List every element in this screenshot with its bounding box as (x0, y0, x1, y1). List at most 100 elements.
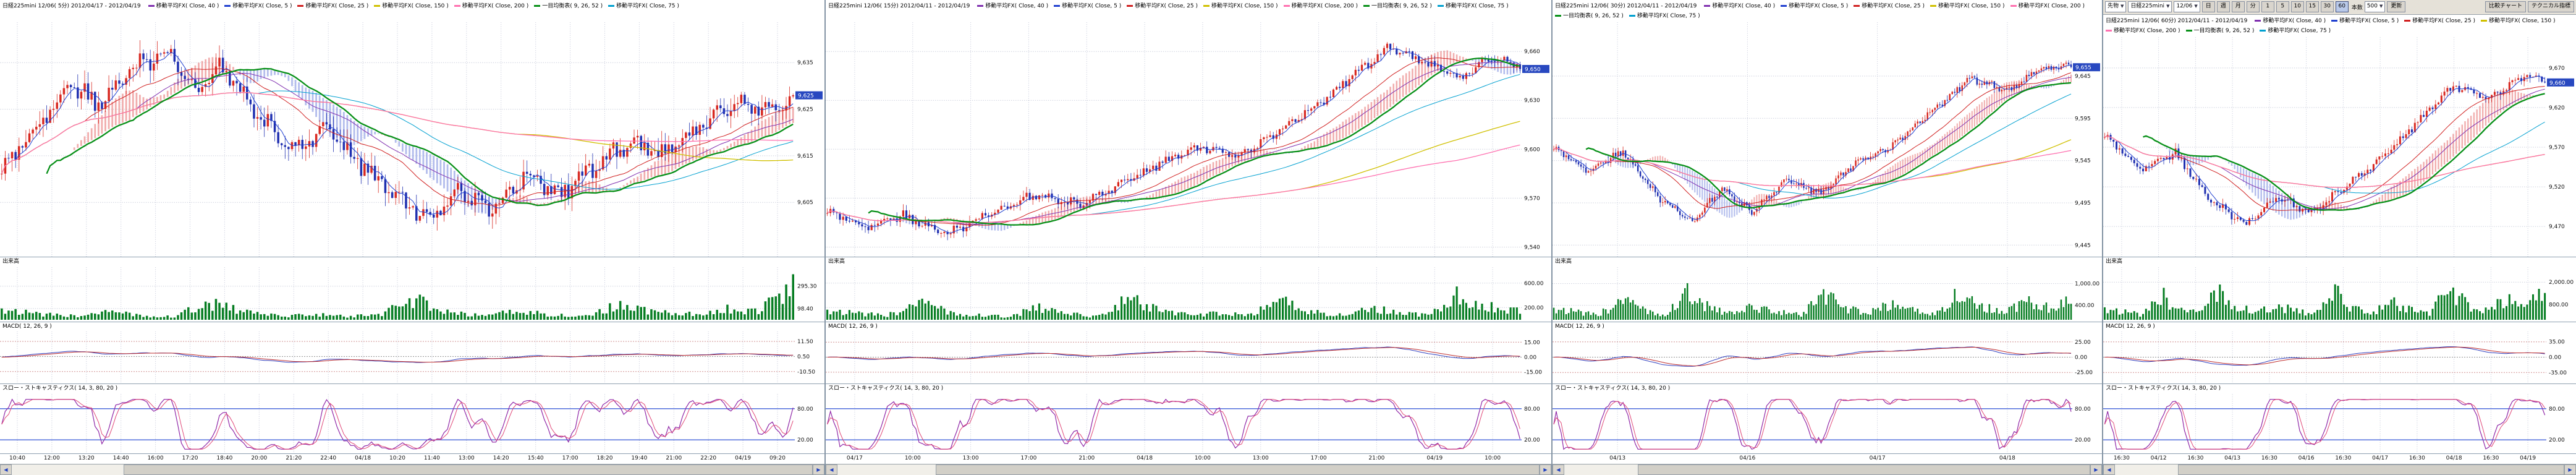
legend-item: 移動平均FX( Close, 200 ) (454, 3, 529, 9)
legend-item: 移動平均FX( Close, 25 ) (1854, 3, 1925, 9)
time-axis: 04/1304/1604/1704/18 (1553, 453, 2102, 464)
minute-interval-button[interactable]: 15 (2306, 1, 2319, 12)
price-chart[interactable]: 9,6359,6259,6159,6059,625 (0, 22, 824, 257)
volume-chart[interactable]: 295.3098.40 (0, 267, 824, 321)
scroll-left-icon[interactable]: ◀ (826, 464, 837, 475)
legend-color-marker-icon (534, 5, 540, 7)
toolbar-tool-button[interactable]: 比較チャート (2485, 1, 2526, 12)
contract-select[interactable]: 12/06▼ (2174, 1, 2200, 12)
symbol-select[interactable]: 日経225mini▼ (2128, 1, 2172, 12)
time-axis-label: 21:00 (666, 455, 682, 461)
minute-interval-button[interactable]: 60 (2336, 1, 2349, 12)
scroll-left-icon[interactable]: ◀ (2103, 464, 2115, 475)
legend-item: 移動平均FX( Close, 40 ) (1704, 3, 1775, 9)
time-axis-label: 10:00 (1485, 455, 1501, 461)
macd-chart[interactable]: 15.000.00-15.00 (826, 332, 1551, 383)
time-axis-label: 04/13 (2224, 455, 2240, 461)
legend-color-marker-icon (2010, 5, 2017, 7)
svg-text:9,495: 9,495 (2075, 200, 2091, 207)
price-chart[interactable]: 9,6609,6309,6009,5709,5409,650 (826, 22, 1551, 257)
time-axis-label: 04/17 (847, 455, 863, 461)
volume-chart[interactable]: 600.00200.00 (826, 267, 1551, 321)
stochastics-chart[interactable]: 80.0020.00 (0, 394, 824, 453)
legend-item: 移動平均FX( Close, 200 ) (1284, 3, 1358, 9)
time-axis-label: 04/16 (1739, 455, 1755, 461)
chart-scrollbar[interactable]: ◀ ▶ (2103, 464, 2576, 475)
volume-chart[interactable]: 2,000.00800.00 (2103, 267, 2576, 321)
legend-item: 移動平均FX( Close, 5 ) (1781, 3, 1848, 9)
legend-color-marker-icon (1704, 5, 1710, 7)
legend-item: 移動平均FX( Close, 150 ) (374, 3, 449, 9)
chart-style-button[interactable]: 月 (2232, 1, 2245, 12)
stoch-label: スロー・ストキャスティクス( 14, 3, 80, 20 ) (1553, 383, 2102, 394)
volume-label: 出来高 (826, 257, 1551, 267)
stochastics-chart[interactable]: 80.0020.00 (1553, 394, 2102, 453)
svg-text:9,545: 9,545 (2075, 158, 2091, 164)
chart-scrollbar[interactable]: ◀ ▶ (826, 464, 1551, 475)
scroll-right-icon[interactable]: ▶ (813, 464, 824, 475)
stochastics-chart[interactable]: 80.0020.00 (2103, 394, 2576, 453)
category-select[interactable]: 先物▼ (2105, 1, 2126, 12)
svg-text:400.00: 400.00 (2075, 303, 2095, 309)
time-axis-label: 09:20 (769, 455, 786, 461)
svg-text:20.00: 20.00 (2549, 437, 2565, 443)
legend-item: 移動平均FX( Close, 75 ) (608, 3, 679, 9)
macd-chart[interactable]: 11.500.50-10.50 (0, 332, 824, 383)
scroll-right-icon[interactable]: ▶ (1540, 464, 1551, 475)
legend-color-marker-icon (1363, 5, 1370, 7)
legend-color-marker-icon (374, 5, 380, 7)
chart-scrollbar[interactable]: ◀ ▶ (0, 464, 824, 475)
svg-text:9,625: 9,625 (797, 106, 813, 113)
minute-interval-button[interactable]: 1 (2261, 1, 2274, 12)
scroll-track[interactable] (1564, 464, 2090, 475)
volume-chart[interactable]: 1,000.00400.00 (1553, 267, 2102, 321)
time-axis-label: 13:00 (1253, 455, 1269, 461)
svg-text:0.50: 0.50 (797, 354, 810, 361)
scroll-left-icon[interactable]: ◀ (0, 464, 12, 475)
time-axis-label: 04/16 (2298, 455, 2315, 461)
minute-interval-button[interactable]: 5 (2276, 1, 2289, 12)
apply-button[interactable]: 更新 (2387, 1, 2405, 12)
time-axis-label: 17:00 (1311, 455, 1327, 461)
price-chart[interactable]: 9,6459,5959,5459,4959,4459,655 (1553, 22, 2102, 257)
scroll-track[interactable] (12, 464, 813, 475)
macd-chart[interactable]: 25.000.00-25.00 (1553, 332, 2102, 383)
scroll-track[interactable] (2115, 464, 2564, 475)
price-chart[interactable]: 9,6709,6209,5709,5209,4709,660 (2103, 37, 2576, 257)
scroll-thumb[interactable] (124, 464, 813, 475)
time-axis-label: 11:40 (424, 455, 440, 461)
minute-interval-button[interactable]: 10 (2291, 1, 2304, 12)
toolbar-right-group: 比較チャートテクニカル指標 (2485, 1, 2574, 12)
scroll-thumb[interactable] (2178, 464, 2564, 475)
macd-chart[interactable]: 35.000.00-35.00 (2103, 332, 2576, 383)
legend-item: 移動平均FX( Close, 25 ) (297, 3, 368, 9)
time-axis-label: 04/18 (1999, 455, 2015, 461)
stochastics-chart[interactable]: 80.0020.00 (826, 394, 1551, 453)
chart-scrollbar[interactable]: ◀ ▶ (1553, 464, 2102, 475)
bars-count-select[interactable]: 500▼ (2365, 1, 2386, 12)
scroll-left-icon[interactable]: ◀ (1553, 464, 1564, 475)
macd-label: MACD( 12, 26, 9 ) (0, 322, 824, 332)
chart-style-button[interactable]: 日 (2202, 1, 2215, 12)
svg-text:9,645: 9,645 (2075, 74, 2091, 80)
dropdown-caret-icon: ▼ (2194, 4, 2197, 9)
scroll-thumb[interactable] (1638, 464, 2090, 475)
chart-style-button[interactable]: 分 (2247, 1, 2260, 12)
scroll-right-icon[interactable]: ▶ (2564, 464, 2576, 475)
time-axis-label: 16:30 (2187, 455, 2203, 461)
time-axis-label: 16:30 (2261, 455, 2277, 461)
indicator-legend: 移動平均FX( Close, 40 )移動平均FX( Close, 5 )移動平… (148, 3, 685, 9)
scroll-track[interactable] (837, 464, 1540, 475)
minute-interval-button[interactable]: 30 (2321, 1, 2334, 12)
scroll-thumb[interactable] (936, 464, 1540, 475)
bars-count-label: 本数 (2352, 3, 2363, 11)
scroll-right-icon[interactable]: ▶ (2090, 464, 2102, 475)
svg-text:25.00: 25.00 (2075, 340, 2091, 346)
volume-label: 出来高 (2103, 257, 2576, 267)
svg-text:200.00: 200.00 (1524, 305, 1544, 311)
chart-style-button[interactable]: 週 (2217, 1, 2230, 12)
time-axis-label: 10:00 (1195, 455, 1211, 461)
toolbar-tool-button[interactable]: テクニカル指標 (2528, 1, 2574, 12)
legend-color-marker-icon (608, 5, 614, 7)
chart-title: 日経225mini 12/06( 60分) 2012/04/11 - 2012/… (2106, 18, 2247, 24)
